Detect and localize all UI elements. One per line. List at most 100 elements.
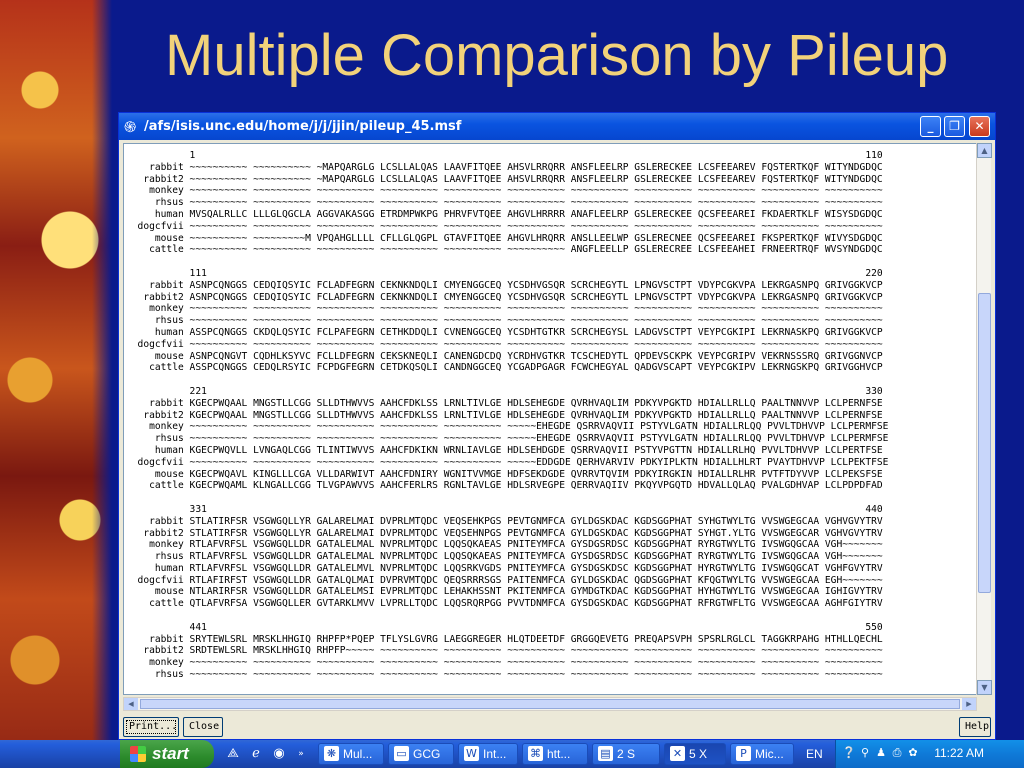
sequence-name: monkey xyxy=(126,421,184,433)
sequence-name: human xyxy=(126,326,184,338)
sequence-name: rabbit2 xyxy=(126,173,184,185)
start-button[interactable]: start xyxy=(120,740,214,768)
sequence-row: dogcfvii RTLAFIRFST VSGWGQLLDR GATALQLMA… xyxy=(126,575,888,587)
taskbar-item[interactable]: ❋ Mul... xyxy=(318,743,384,765)
sequence-name: human xyxy=(126,444,184,456)
taskbar-item[interactable]: ▤ 2 S xyxy=(592,743,660,765)
sequence-residues: ~~~~~~~~~~ ~~~~~~~~~~ ~MAPQARGLG LCSLLAL… xyxy=(189,161,883,173)
alignment-view[interactable]: 1 110 rabbit ~~~~~~~~~~ ~~~~~~~~~~ ~MAPQ… xyxy=(123,143,977,695)
sequence-name: dogcfvii xyxy=(126,220,184,232)
taskbar-item[interactable]: W Int... xyxy=(458,743,518,765)
sequence-row: monkey ~~~~~~~~~~ ~~~~~~~~~~ ~~~~~~~~~~ … xyxy=(126,657,888,669)
taskbar-app-icon: ▤ xyxy=(598,746,613,761)
sequence-name: rhsus xyxy=(126,315,184,327)
sequence-row: rabbit2 STLATIRFSR VSGWGQLLYR GALARELMAI… xyxy=(126,528,888,540)
media-player-icon[interactable]: ◉ xyxy=(270,745,288,763)
vertical-scroll-thumb[interactable] xyxy=(978,293,991,593)
sequence-row: rabbit2 ~~~~~~~~~~ ~~~~~~~~~~ ~MAPQARGLG… xyxy=(126,174,888,186)
sequence-name: rabbit2 xyxy=(126,645,184,657)
sequence-name: rhsus xyxy=(126,197,184,209)
taskbar-item-label: Mul... xyxy=(343,747,373,761)
tray-printer-icon[interactable]: ⎙ xyxy=(890,746,904,760)
acrobat-icon[interactable]: ⟁ xyxy=(224,745,242,763)
sequence-row: rhsus ~~~~~~~~~~ ~~~~~~~~~~ ~~~~~~~~~~ ~… xyxy=(126,433,889,445)
sequence-residues: ~~~~~~~~~~ ~~~~~~~~~~ ~~~~~~~~~~ ~~~~~~~… xyxy=(189,244,883,256)
sequence-row: monkey RTLAFVRFSL VSGWGQLLDR GATALELMAL … xyxy=(126,539,888,551)
sequence-name: monkey xyxy=(126,657,184,669)
sequence-name: cattle xyxy=(126,362,184,374)
slide-title: Multiple Comparison by Pileup xyxy=(165,23,949,88)
taskbar-app-icon: ▭ xyxy=(394,746,409,761)
language-indicator[interactable]: EN xyxy=(806,747,823,761)
help-button[interactable]: Help xyxy=(959,717,991,737)
sequence-row: monkey ~~~~~~~~~~ ~~~~~~~~~~ ~~~~~~~~~~ … xyxy=(126,303,888,315)
sequence-row: monkey ~~~~~~~~~~ ~~~~~~~~~~ ~~~~~~~~~~ … xyxy=(126,185,888,197)
close-button[interactable]: ✕ xyxy=(969,116,990,137)
clock: 11:22 AM xyxy=(934,746,984,760)
tray-network-icon[interactable]: ⚲ xyxy=(858,746,872,760)
close-dialog-button[interactable]: Close xyxy=(183,717,223,737)
taskbar-app-icon: ⌘ xyxy=(528,746,543,761)
sequence-residues: ~~~~~~~~~~ ~~~~~~~~~~ ~~~~~~~~~~ ~~~~~~~… xyxy=(189,338,883,350)
scroll-up-arrow-icon[interactable]: ▲ xyxy=(977,143,992,158)
tray-help-icon[interactable]: ❔ xyxy=(842,746,856,760)
maximize-button[interactable]: ❐ xyxy=(944,116,965,137)
sequence-residues: ~~~~~~~~~~ ~~~~~~~~~~ ~~~~~~~~~~ ~~~~~~~… xyxy=(189,657,883,669)
sequence-residues: SRYTEWLSRL MRSKLHHGIQ RHPFP*PQEP TFLYSLG… xyxy=(189,633,883,645)
position-range: 1 110 xyxy=(126,150,888,162)
range-gap xyxy=(207,504,865,515)
sequence-residues: ~~~~~~~~~~ ~~~~~~~~~~ ~~~~~~~~~~ ~~~~~~~… xyxy=(189,185,883,197)
scroll-right-arrow-icon[interactable]: ▶ xyxy=(962,698,976,710)
range-gap xyxy=(207,268,865,279)
window-title-bar[interactable]: ֍ /afs/isis.unc.edu/home/j/j/jjin/pileup… xyxy=(119,113,995,140)
taskbar-item[interactable]: P Mic... xyxy=(730,743,794,765)
minimize-button[interactable]: _ xyxy=(920,116,941,137)
range-start: 221 xyxy=(189,385,207,397)
start-label: start xyxy=(152,744,189,763)
sequence-residues: KGECPWQVLL LVNGAQLCGG TLINTIWVVS AAHCFDK… xyxy=(189,444,883,456)
sequence-name: mouse xyxy=(126,586,184,598)
horizontal-scroll-thumb[interactable] xyxy=(140,699,960,709)
scroll-left-arrow-icon[interactable]: ◀ xyxy=(124,698,138,710)
sequence-name: dogcfvii xyxy=(126,338,184,350)
sequence-name: human xyxy=(126,562,184,574)
alignment-block: 331 440 rabbit STLATIRFSR VSGWGQLLYR GAL… xyxy=(126,504,888,610)
sequence-residues: KGECPWQAVL KINGLLLCGA VLLDARWIVT AAHCFDN… xyxy=(189,468,883,480)
taskbar-app-icon: ❋ xyxy=(324,746,339,761)
horizontal-scrollbar[interactable]: ◀ ▶ xyxy=(123,697,977,711)
sequence-name: rabbit2 xyxy=(126,527,184,539)
sequence-row: rabbit2 KGECPWQAAL MNGSTLLCGG SLLDTHWVVS… xyxy=(126,410,888,422)
position-range: 221 330 xyxy=(126,386,888,398)
print-button[interactable]: Print... xyxy=(123,717,179,737)
internet-explorer-icon[interactable]: ℯ xyxy=(247,745,265,763)
scroll-down-arrow-icon[interactable]: ▼ xyxy=(977,680,992,695)
sequence-residues: STLATIRFSR VSGWGQLLYR GALARELMAI DVPRLMT… xyxy=(189,515,883,527)
position-range: 111 220 xyxy=(126,268,888,280)
sequence-name: mouse xyxy=(126,232,184,244)
taskbar-item-label: GCG xyxy=(413,747,441,761)
taskbar-app-icon: W xyxy=(464,746,479,761)
sequence-residues: ASNPCQNGGS CEDQIQSYIC FCLADFEGRN CEKNKND… xyxy=(189,291,883,303)
quicklaunch-overflow-icon[interactable]: » xyxy=(292,745,310,763)
taskbar-app-icon: ✕ xyxy=(670,746,685,761)
sequence-name: human xyxy=(126,208,184,220)
taskbar-item[interactable]: ✕ 5 X xyxy=(664,743,726,765)
vertical-scrollbar[interactable]: ▲ ▼ xyxy=(976,143,992,695)
sequence-row: mouse NTLARIRFSR VSGWGQLLDR GATALELMSI E… xyxy=(126,586,888,598)
sequence-row: rabbit2 ASNPCQNGGS CEDQIQSYIC FCLADFEGRN… xyxy=(126,292,888,304)
sequence-residues: ~~~~~~~~~~ ~~~~~~~~~~ ~~~~~~~~~~ ~~~~~~~… xyxy=(189,421,889,433)
sequence-name: rhsus xyxy=(126,551,184,563)
taskbar-item-label: htt... xyxy=(547,747,571,761)
taskbar-item[interactable]: ▭ GCG xyxy=(388,743,454,765)
alignment-block: 221 330 rabbit KGECPWQAAL MNGSTLLCGG SLL… xyxy=(126,386,889,492)
sequence-row: dogcfvii ~~~~~~~~~~ ~~~~~~~~~~ ~~~~~~~~~… xyxy=(126,221,888,233)
taskbar-item[interactable]: ⌘ htt... xyxy=(522,743,588,765)
sequence-name: rabbit xyxy=(126,397,184,409)
tray-user-icon[interactable]: ♟ xyxy=(874,746,888,760)
sequence-row: dogcfvii ~~~~~~~~~~ ~~~~~~~~~~ ~~~~~~~~~… xyxy=(126,457,889,469)
sequence-row: rabbit STLATIRFSR VSGWGQLLYR GALARELMAI … xyxy=(126,516,888,528)
tray-media-icon[interactable]: ✿ xyxy=(906,746,920,760)
range-end: 220 xyxy=(865,267,883,279)
sequence-name: rabbit xyxy=(126,515,184,527)
sequence-row: human RTLAFVRFSL VSGWGQLLDR GATALELMVL N… xyxy=(126,563,888,575)
